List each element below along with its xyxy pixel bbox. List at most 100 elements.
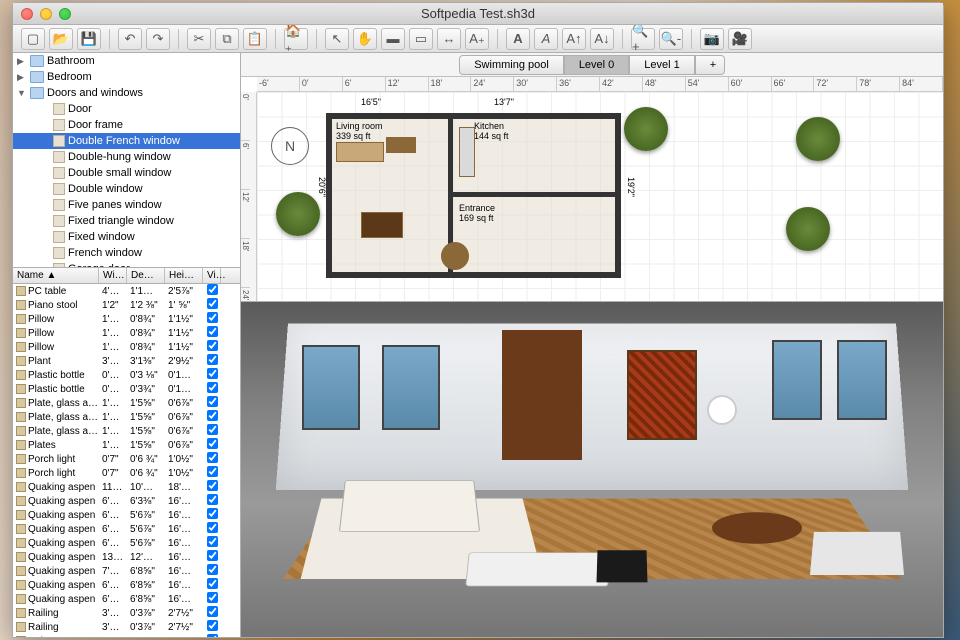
furniture-row[interactable]: Plant3'…3'1⅜"2'9½" [13, 354, 240, 368]
furniture-row[interactable]: Quaking aspen6'…6'8⅝"16'… [13, 578, 240, 592]
visibility-checkbox[interactable] [207, 452, 218, 463]
tree-object[interactable] [796, 117, 840, 161]
room-tool[interactable]: ▭ [409, 28, 433, 50]
catalog-item[interactable]: Five panes window [13, 197, 240, 213]
tab-level-0[interactable]: Level 0 [564, 55, 629, 75]
furniture-row[interactable]: Pillow1'…0'8¾"1'1½" [13, 326, 240, 340]
counter-object[interactable] [459, 127, 475, 177]
furniture-row[interactable]: Plate, glass a…1'…1'5⅝"0'6⅞" [13, 424, 240, 438]
furniture-row[interactable]: Plastic bottle0'…0'3¾"0'1… [13, 382, 240, 396]
furniture-row[interactable]: Quaking aspen6'…5'6⅞"16'… [13, 508, 240, 522]
new-button[interactable]: ▢ [21, 28, 45, 50]
furniture-row[interactable]: Porch light0'7"0'6 ¾"1'0½" [13, 466, 240, 480]
visibility-checkbox[interactable] [207, 592, 218, 603]
save-button[interactable]: 💾 [77, 28, 101, 50]
visibility-checkbox[interactable] [207, 298, 218, 309]
furniture-row[interactable]: PC table4'…1'1…2'5⅞" [13, 284, 240, 298]
visibility-checkbox[interactable] [207, 354, 218, 365]
add-level-button[interactable]: + [695, 55, 725, 75]
redo-button[interactable]: ↷ [146, 28, 170, 50]
visibility-checkbox[interactable] [207, 494, 218, 505]
furniture-row[interactable]: Quaking aspen6'…6'8⅝"16'… [13, 592, 240, 606]
furniture-row[interactable]: Pillow1'…0'8¾"1'1½" [13, 312, 240, 326]
bold-button[interactable]: A [506, 28, 530, 50]
catalog-item[interactable]: ▶Bedroom [13, 69, 240, 85]
add-furniture-button[interactable]: 🏠₊ [284, 28, 308, 50]
text-larger-button[interactable]: A↑ [562, 28, 586, 50]
furniture-row[interactable]: Porch light0'7"0'6 ¾"1'0½" [13, 452, 240, 466]
furniture-row[interactable]: Quaking aspen7'…6'8⅝"16'… [13, 564, 240, 578]
catalog-item[interactable]: Garage door [13, 261, 240, 268]
visibility-checkbox[interactable] [207, 326, 218, 337]
visibility-checkbox[interactable] [207, 620, 218, 631]
visibility-checkbox[interactable] [207, 564, 218, 575]
text-smaller-button[interactable]: A↓ [590, 28, 614, 50]
visibility-checkbox[interactable] [207, 522, 218, 533]
tab-level-1[interactable]: Level 1 [629, 55, 694, 75]
catalog-item[interactable]: ▶Bathroom [13, 53, 240, 69]
interior-wall[interactable] [448, 192, 621, 197]
zoom-in-button[interactable]: 🔍+ [631, 28, 655, 50]
visibility-checkbox[interactable] [207, 578, 218, 589]
furniture-row[interactable]: Plate, glass a…1'…1'5⅝"0'6⅞" [13, 396, 240, 410]
tab-swimming-pool[interactable]: Swimming pool [459, 55, 564, 75]
visibility-checkbox[interactable] [207, 606, 218, 617]
cut-button[interactable]: ✂ [187, 28, 211, 50]
view-3d[interactable] [241, 302, 943, 637]
wall-tool[interactable]: ▬ [381, 28, 405, 50]
zoom-icon[interactable] [59, 8, 71, 20]
open-button[interactable]: 📂 [49, 28, 73, 50]
catalog-item[interactable]: French window [13, 245, 240, 261]
close-icon[interactable] [21, 8, 33, 20]
undo-button[interactable]: ↶ [118, 28, 142, 50]
furniture-row[interactable]: Quaking aspen6'…5'6⅞"16'… [13, 522, 240, 536]
plan-view[interactable]: -6'0'6'12'18'24'30'36'42'48'54'60'66'72'… [241, 77, 943, 302]
tree-object[interactable] [276, 192, 320, 236]
minimize-icon[interactable] [40, 8, 52, 20]
compass-icon[interactable]: N [271, 127, 309, 165]
paste-button[interactable]: 📋 [243, 28, 267, 50]
catalog-item[interactable]: Double French window [13, 133, 240, 149]
furniture-list[interactable]: PC table4'…1'1…2'5⅞"Piano stool1'2"1'2 ⅜… [13, 284, 240, 637]
catalog-item[interactable]: Double small window [13, 165, 240, 181]
catalog-item[interactable]: Fixed window [13, 229, 240, 245]
catalog-item[interactable]: Double window [13, 181, 240, 197]
furniture-list-header[interactable]: Name ▲ Wi… De… Hei… Vi… [13, 268, 240, 284]
catalog-item[interactable]: Door [13, 101, 240, 117]
furniture-row[interactable]: Quaking aspen13…12'…16'… [13, 550, 240, 564]
visibility-checkbox[interactable] [207, 466, 218, 477]
visibility-checkbox[interactable] [207, 312, 218, 323]
visibility-checkbox[interactable] [207, 508, 218, 519]
sofa-object[interactable] [336, 142, 384, 162]
furniture-row[interactable]: Railing3'…0'3⅞"2'7½" [13, 620, 240, 634]
round-object[interactable] [441, 242, 469, 270]
furniture-row[interactable]: Plastic bottle0'…0'3 ⅛"0'1… [13, 368, 240, 382]
pan-tool[interactable]: ✋ [353, 28, 377, 50]
photo-button[interactable]: 📷 [700, 28, 724, 50]
tree-object[interactable] [624, 107, 668, 151]
visibility-checkbox[interactable] [207, 634, 218, 637]
visibility-checkbox[interactable] [207, 550, 218, 561]
video-button[interactable]: 🎥 [728, 28, 752, 50]
table-object[interactable] [361, 212, 403, 238]
furniture-object[interactable] [386, 137, 416, 153]
copy-button[interactable]: ⧉ [215, 28, 239, 50]
zoom-out-button[interactable]: 🔍- [659, 28, 683, 50]
furniture-row[interactable]: Piano stool1'2"1'2 ⅜"1' ⅝" [13, 298, 240, 312]
furniture-row[interactable]: Plate, glass a…1'…1'5⅝"0'6⅞" [13, 410, 240, 424]
furniture-row[interactable]: Quaking aspen6'…5'6⅞"16'… [13, 536, 240, 550]
visibility-checkbox[interactable] [207, 438, 218, 449]
catalog-item[interactable]: Fixed triangle window [13, 213, 240, 229]
visibility-checkbox[interactable] [207, 284, 218, 295]
catalog-item[interactable]: Double-hung window [13, 149, 240, 165]
italic-button[interactable]: A [534, 28, 558, 50]
visibility-checkbox[interactable] [207, 340, 218, 351]
visibility-checkbox[interactable] [207, 480, 218, 491]
visibility-checkbox[interactable] [207, 396, 218, 407]
furniture-row[interactable]: Quaking aspen11…10'…18'… [13, 480, 240, 494]
furniture-row[interactable]: Quaking aspen6'…6'3⅜"16'… [13, 494, 240, 508]
furniture-row[interactable]: Pillow1'…0'8¾"1'1½" [13, 340, 240, 354]
dimension-tool[interactable]: ↔ [437, 28, 461, 50]
text-tool[interactable]: A₊ [465, 28, 489, 50]
furniture-catalog-tree[interactable]: ▶Bathroom▶Bedroom▼Doors and windowsDoorD… [13, 53, 240, 268]
